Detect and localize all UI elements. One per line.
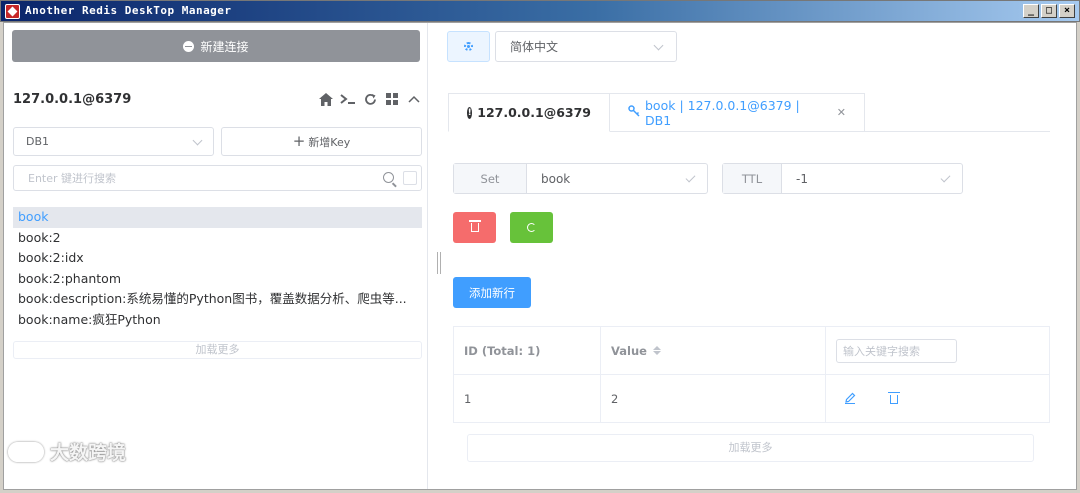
column-header-value[interactable]: Value	[601, 327, 826, 375]
window-titlebar: Another Redis DeskTop Manager _ □ ×	[0, 0, 1080, 22]
key-list-item[interactable]: book:2:idx	[13, 248, 422, 269]
window-title: Another Redis DeskTop Manager	[25, 4, 232, 17]
ttl-input[interactable]: -1	[782, 164, 962, 193]
key-list-item[interactable]: book:description:系统易懂的Python图书，覆盖数据分析、爬虫…	[13, 289, 422, 310]
add-key-button[interactable]: + 新增Key	[221, 127, 422, 156]
tab-label: 127.0.0.1@6379	[477, 105, 591, 120]
key-type-badge: Set	[454, 164, 527, 193]
delete-key-button[interactable]	[453, 212, 496, 243]
watermark: 大数跨境	[8, 438, 126, 465]
gear-icon	[464, 42, 473, 51]
db-select[interactable]: DB1	[13, 127, 214, 156]
minimize-button[interactable]: _	[1023, 4, 1039, 18]
minus-circle-icon	[183, 40, 195, 52]
chevron-down-icon	[192, 135, 203, 145]
ttl-value: -1	[796, 171, 808, 186]
app-logo-icon	[5, 4, 20, 19]
add-key-label: 新增Key	[308, 135, 351, 149]
close-tab-icon[interactable]: ✕	[837, 106, 846, 119]
info-icon: !	[467, 106, 473, 119]
db-select-value: DB1	[26, 135, 50, 148]
table-cell-value: 2	[601, 375, 826, 423]
maximize-button[interactable]: □	[1041, 4, 1057, 18]
key-list-item[interactable]: book:2	[13, 228, 422, 249]
load-more-keys-button[interactable]: 加载更多	[13, 341, 422, 359]
key-list-item[interactable]: book:name:疯狂Python	[13, 310, 422, 331]
window-controls: _ □ ×	[1023, 4, 1075, 18]
key-list: book book:2 book:2:idx book:2:phantom bo…	[13, 207, 422, 330]
sort-icon[interactable]	[652, 346, 661, 355]
column-header-id: ID (Total: 1)	[454, 327, 601, 375]
settings-button[interactable]	[447, 31, 490, 62]
key-search-placeholder: Enter 键进行搜索	[28, 172, 117, 185]
new-connection-label: 新建连接	[200, 39, 249, 54]
key-list-item[interactable]: book:2:phantom	[13, 269, 422, 290]
set-members-table: ID (Total: 1) Value 输入关键字搜索 1 2	[453, 326, 1050, 423]
trash-icon	[468, 220, 481, 232]
refresh-icon	[527, 223, 536, 232]
table-filter-input[interactable]: 输入关键字搜索	[836, 338, 957, 363]
chevron-up-icon[interactable]	[406, 91, 422, 107]
check-icon[interactable]	[685, 172, 696, 182]
chevron-down-icon	[653, 40, 664, 50]
refresh-key-button[interactable]	[510, 212, 553, 243]
key-search-input[interactable]: Enter 键进行搜索	[13, 165, 422, 191]
column-header-label: Value	[611, 343, 647, 358]
key-list-item[interactable]: book	[13, 207, 422, 228]
exact-search-checkbox[interactable]	[403, 171, 417, 185]
app-client-area: 新建连接 127.0.0.1@6379 DB1 + 新增Key Enter 键进…	[3, 22, 1077, 490]
check-icon[interactable]	[940, 172, 951, 182]
column-header-filter: 输入关键字搜索	[826, 327, 1049, 375]
new-connection-button[interactable]: 新建连接	[12, 30, 420, 62]
trash-icon[interactable]	[888, 391, 900, 404]
key-name-value: book	[541, 171, 571, 186]
connection-name[interactable]: 127.0.0.1@6379	[13, 92, 131, 107]
table-cell-id: 1	[454, 375, 601, 423]
add-new-row-button[interactable]: 添加新行	[453, 277, 531, 308]
watermark-text: 大数跨境	[50, 442, 127, 464]
search-icon	[383, 172, 394, 183]
tab-label: book | 127.0.0.1@6379 | DB1	[645, 97, 800, 128]
panel-splitter-handle[interactable]	[437, 252, 441, 274]
edit-icon[interactable]	[844, 392, 856, 407]
tab-bar: ! 127.0.0.1@6379 book | 127.0.0.1@6379 |…	[448, 93, 1050, 132]
sidebar: 新建连接 127.0.0.1@6379 DB1 + 新增Key Enter 键进…	[4, 23, 428, 489]
language-select-value: 简体中文	[510, 40, 559, 54]
watermark-logo-icon	[8, 441, 44, 462]
terminal-icon[interactable]	[340, 91, 356, 107]
key-name-field: Set book	[453, 163, 708, 194]
language-select[interactable]: 简体中文	[495, 31, 677, 62]
key-name-input[interactable]: book	[527, 164, 707, 193]
load-more-members-button[interactable]: 加载更多	[467, 434, 1034, 462]
ttl-label: TTL	[723, 164, 782, 193]
close-window-button[interactable]: ×	[1059, 4, 1075, 18]
plus-icon: +	[292, 132, 306, 150]
tab-connection-info[interactable]: ! 127.0.0.1@6379	[448, 93, 610, 132]
refresh-icon[interactable]	[362, 91, 378, 107]
table-row-actions	[826, 375, 1049, 423]
tab-key-detail[interactable]: book | 127.0.0.1@6379 | DB1 ✕	[610, 93, 865, 132]
connection-toolbar	[318, 91, 422, 107]
ttl-field: TTL -1	[722, 163, 963, 194]
grid-icon[interactable]	[384, 91, 400, 107]
home-icon[interactable]	[318, 91, 334, 107]
key-icon	[628, 105, 640, 120]
table-filter-placeholder: 输入关键字搜索	[843, 344, 920, 358]
